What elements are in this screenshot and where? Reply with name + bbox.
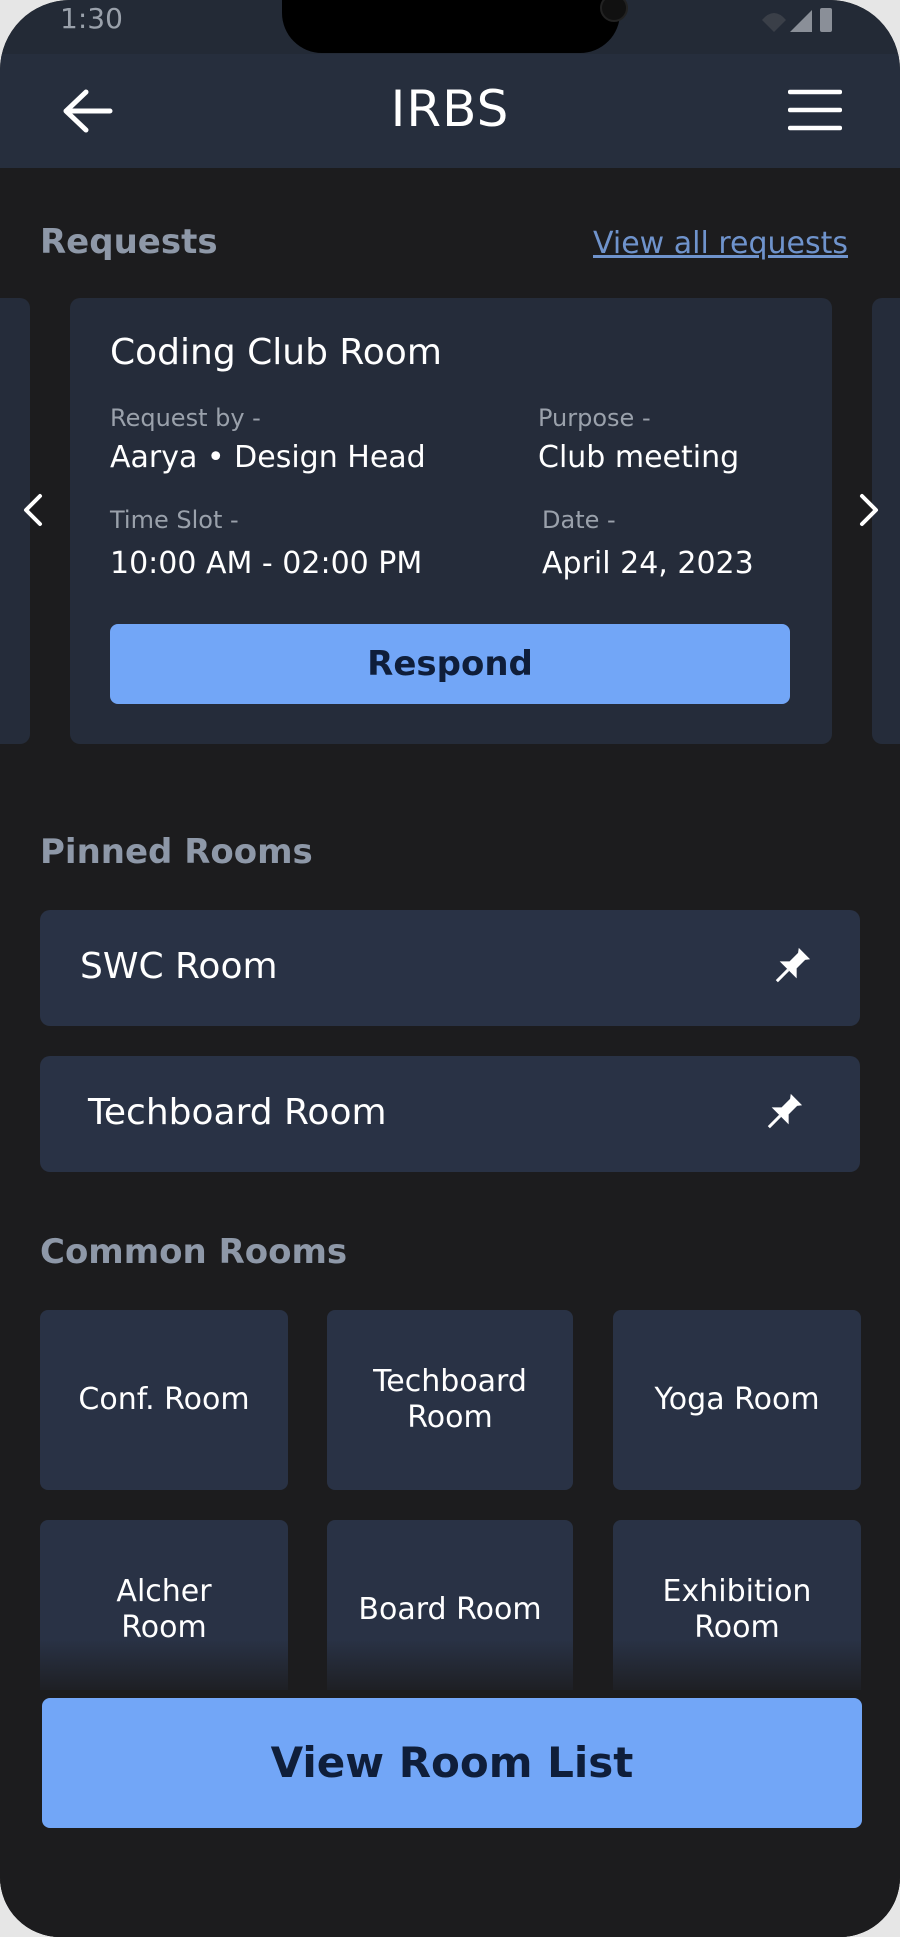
requests-heading: Requests — [40, 222, 218, 262]
time-slot-label: Time Slot - — [110, 506, 239, 534]
time-slot-value: 10:00 AM - 02:00 PM — [110, 546, 423, 581]
pin-icon[interactable] — [768, 944, 814, 990]
room-tile[interactable]: Conf. Room — [40, 1310, 288, 1490]
room-tile-label: Yoga Room — [654, 1382, 820, 1417]
room-tile-label: Board Room — [358, 1592, 542, 1627]
status-bar: 1:30 — [0, 0, 900, 54]
home-indicator-area — [0, 1880, 900, 1937]
pin-icon[interactable] — [760, 1090, 806, 1136]
app-bar: IRBS — [0, 54, 900, 168]
date-label: Date - — [542, 506, 616, 534]
view-all-requests-link[interactable]: View all requests — [593, 226, 848, 261]
common-rooms-heading: Common Rooms — [40, 1232, 348, 1272]
camera-notch — [282, 0, 628, 53]
hamburger-menu-icon[interactable] — [788, 88, 842, 132]
request-by-label: Request by - — [110, 404, 261, 432]
view-room-list-button[interactable]: View Room List — [42, 1698, 862, 1828]
signal-battery-icon — [762, 8, 832, 32]
request-room-name: Coding Club Room — [110, 332, 442, 373]
phone-screen: 1:30 IRBS Requests View all requests Cod… — [0, 0, 900, 1937]
status-time: 1:30 — [60, 2, 123, 35]
room-tile-label: Techboard Room — [373, 1364, 527, 1435]
date-value: April 24, 2023 — [542, 546, 754, 581]
purpose-value: Club meeting — [538, 440, 740, 475]
request-by-value: Aarya • Design Head — [110, 440, 426, 475]
room-tile-label: Conf. Room — [78, 1382, 250, 1417]
room-tile-label: Alcher Room — [116, 1574, 212, 1645]
chevron-left-icon[interactable] — [14, 490, 54, 530]
pinned-room-item[interactable]: SWC Room — [40, 910, 860, 1026]
pinned-room-label: SWC Room — [80, 946, 278, 987]
room-tile[interactable]: Techboard Room — [327, 1310, 573, 1490]
room-tile[interactable]: Yoga Room — [613, 1310, 861, 1490]
pinned-room-label: Techboard Room — [88, 1092, 387, 1133]
pinned-room-item[interactable]: Techboard Room — [40, 1056, 860, 1172]
app-title: IRBS — [390, 80, 510, 138]
purpose-label: Purpose - — [538, 404, 651, 432]
camera-icon — [600, 0, 628, 22]
room-tile-label: Exhibition Room — [662, 1574, 812, 1645]
request-card: Coding Club Room Request by - Aarya • De… — [70, 298, 832, 744]
chevron-right-icon[interactable] — [848, 490, 888, 530]
pinned-rooms-heading: Pinned Rooms — [40, 832, 313, 872]
respond-button[interactable]: Respond — [110, 624, 790, 704]
